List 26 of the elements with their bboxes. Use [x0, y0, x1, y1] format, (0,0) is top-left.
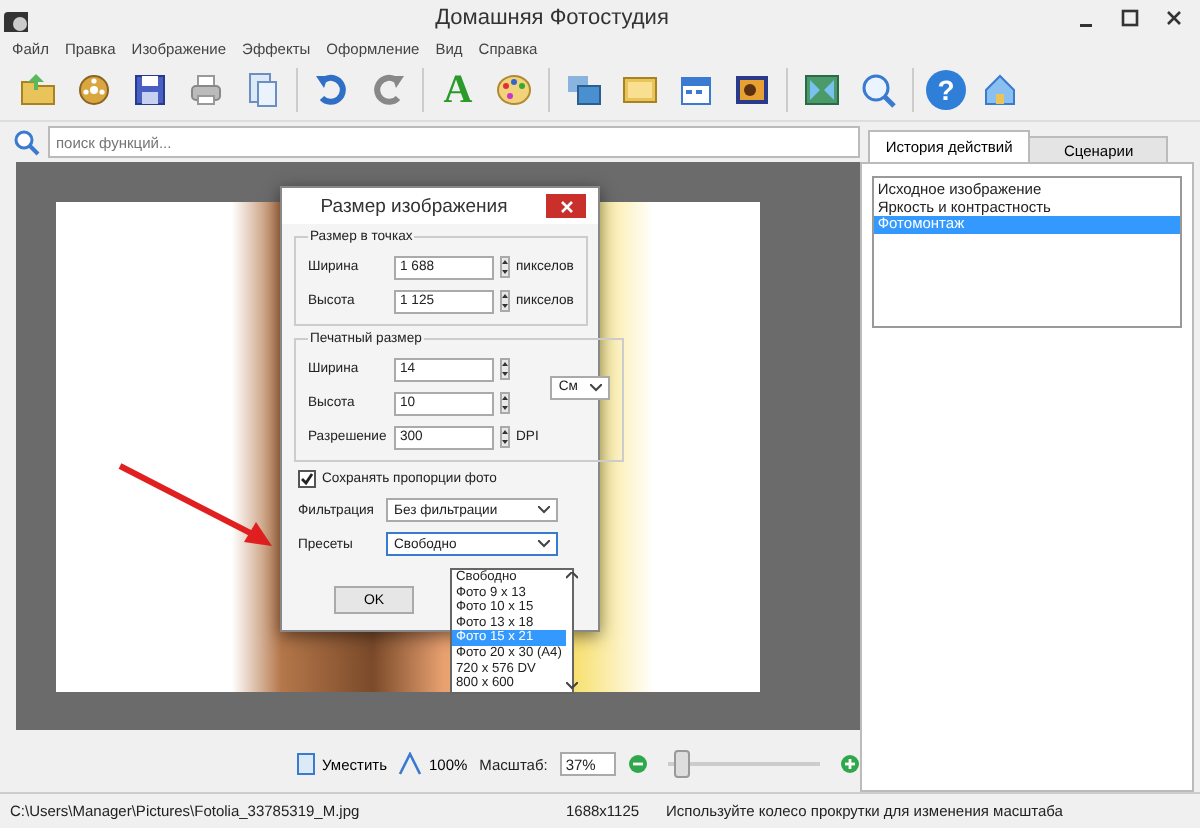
caret-icon: [590, 383, 603, 391]
spin-arrows-icon[interactable]: [500, 426, 510, 448]
search-icon: [12, 128, 40, 156]
caret-icon: [538, 506, 550, 514]
close-button[interactable]: [546, 194, 586, 218]
zoom-out-icon[interactable]: [627, 754, 648, 774]
help-button[interactable]: ?: [926, 70, 966, 110]
close-icon: [559, 199, 573, 213]
spin-arrows-icon[interactable]: [500, 256, 510, 278]
up-caret-icon: [565, 572, 578, 580]
scrollbar[interactable]: [565, 570, 578, 692]
spin-arrows-icon[interactable]: [500, 290, 510, 312]
check-icon: [300, 472, 314, 486]
caret-icon: [538, 540, 550, 548]
spin-arrows-icon[interactable]: [500, 392, 510, 414]
close-icon[interactable]: [1164, 8, 1184, 28]
down-caret-icon: [565, 681, 578, 690]
maximize-icon[interactable]: [1120, 8, 1140, 28]
spin-arrows-icon[interactable]: [500, 358, 510, 380]
slider-thumb[interactable]: [674, 750, 691, 778]
arrow-icon: [116, 462, 276, 552]
page-icon: [296, 752, 316, 776]
window-title: Домашняя Фотостудия: [433, 6, 671, 30]
dialog-title: Размер изображения: [318, 195, 510, 217]
checkbox[interactable]: [298, 470, 316, 488]
zoom-in-icon[interactable]: [839, 754, 860, 774]
